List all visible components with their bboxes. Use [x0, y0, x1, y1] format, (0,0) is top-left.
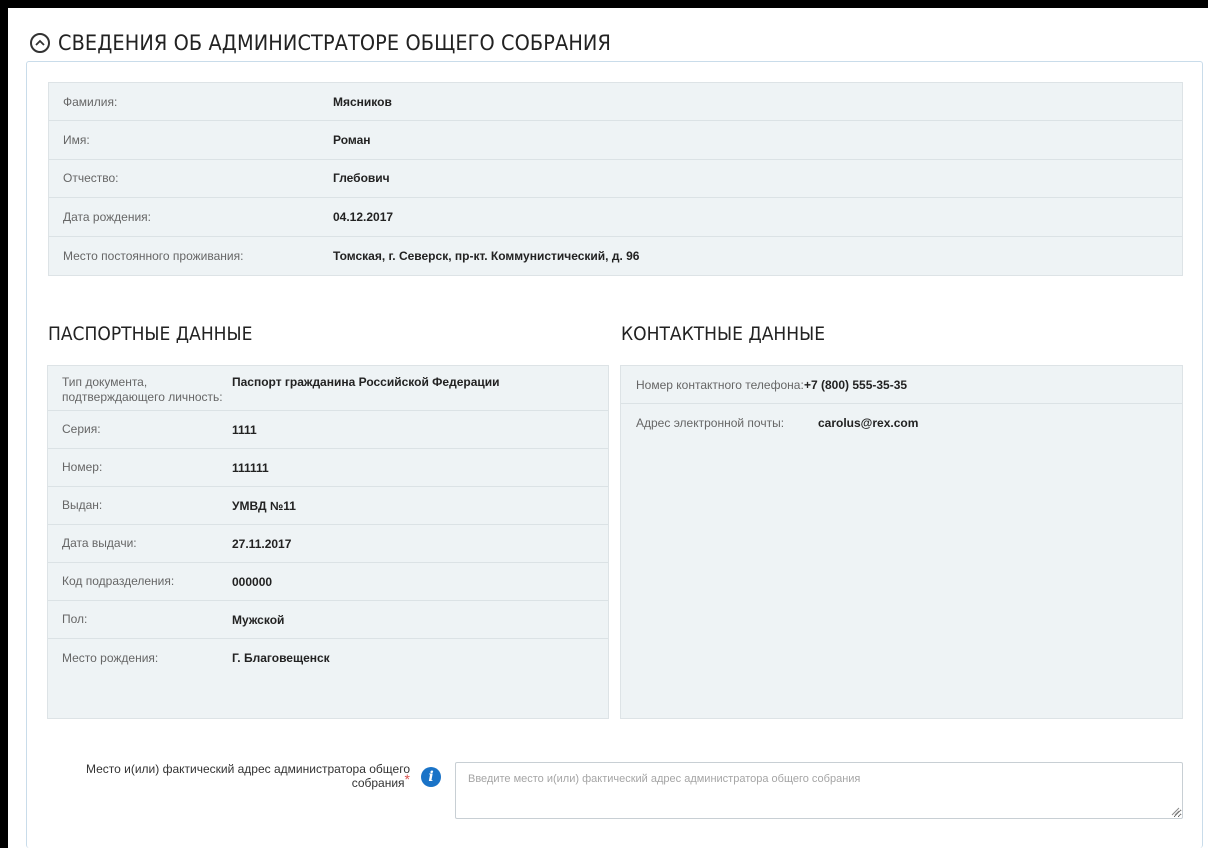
address-field-label: Место и(или) фактический адрес администр…: [60, 762, 410, 790]
info-row-patronymic: Отчество: Глебович: [49, 160, 1182, 199]
passport-label: Код подразделения:: [62, 574, 175, 588]
passport-value: 000000: [232, 574, 273, 589]
passport-label: Номер:: [62, 460, 103, 474]
passport-table: Тип документа, подтверждающего личность:…: [47, 365, 609, 719]
passport-value: Паспорт гражданина Российской Федерации: [232, 375, 500, 389]
info-label: Имя:: [63, 133, 90, 148]
contacts-heading: КОНТАКТНЫЕ ДАННЫЕ: [621, 323, 826, 345]
info-row-name: Имя: Роман: [49, 121, 1182, 160]
info-row-surname: Фамилия: Мясников: [49, 83, 1182, 122]
resize-grip-icon[interactable]: [1170, 806, 1180, 816]
section-header: СВЕДЕНИЯ ОБ АДМИНИСТРАТОРЕ ОБЩЕГО СОБРАН…: [30, 28, 659, 58]
contact-label: Адрес электронной почты:: [636, 416, 785, 430]
window-frame-top: [0, 0, 1208, 8]
passport-label: Выдан:: [62, 498, 103, 512]
passport-row-series: Серия: 1111: [48, 411, 608, 449]
info-value: Глебович: [333, 171, 390, 186]
info-value: Мясников: [333, 94, 392, 109]
passport-label: Пол:: [62, 612, 88, 626]
address-input[interactable]: [455, 762, 1183, 819]
passport-heading: ПАСПОРТНЫЕ ДАННЫЕ: [48, 323, 253, 345]
section-title: СВЕДЕНИЯ ОБ АДМИНИСТРАТОРЕ ОБЩЕГО СОБРАН…: [58, 31, 612, 55]
passport-row-issue-date: Дата выдачи: 27.11.2017: [48, 525, 608, 563]
contacts-table: Номер контактного телефона: +7 (800) 555…: [620, 365, 1183, 719]
chevron-up-circle-icon[interactable]: [30, 33, 50, 53]
info-label: Дата рождения:: [63, 209, 151, 224]
info-value: Томская, г. Северск, пр-кт. Коммунистиче…: [333, 248, 640, 263]
required-mark: *: [404, 771, 410, 787]
info-label: Место постоянного проживания:: [63, 248, 244, 263]
info-row-birth-date: Дата рождения: 04.12.2017: [49, 198, 1182, 237]
passport-row-birth-place: Место рождения: Г. Благовещенск: [48, 639, 608, 677]
passport-value: 27.11.2017: [232, 536, 292, 551]
contact-label: Номер контактного телефона:: [636, 377, 804, 392]
passport-value: 1111: [232, 422, 257, 437]
passport-label: Серия:: [62, 422, 101, 436]
passport-label: Место рождения:: [62, 650, 159, 665]
contact-value: +7 (800) 555-35-35: [804, 377, 908, 392]
contact-value: carolus@rex.com: [818, 416, 919, 430]
passport-row-issued-by: Выдан: УМВД №11: [48, 487, 608, 525]
passport-row-doc-type: Тип документа, подтверждающего личность:…: [48, 366, 608, 411]
passport-value: 111111: [232, 460, 269, 475]
contact-row-email: Адрес электронной почты: carolus@rex.com: [621, 404, 1182, 442]
info-icon[interactable]: i: [421, 767, 441, 787]
info-label: Отчество:: [63, 171, 119, 186]
address-label-text: Место и(или) фактический адрес администр…: [85, 762, 410, 790]
passport-value: Г. Благовещенск: [232, 651, 330, 665]
contact-row-phone: Номер контактного телефона: +7 (800) 555…: [621, 366, 1182, 404]
passport-label: Тип документа, подтверждающего личность:: [62, 375, 223, 404]
info-value: 04.12.2017: [333, 209, 394, 224]
passport-value: Мужской: [232, 612, 285, 627]
passport-row-division-code: Код подразделения: 000000: [48, 563, 608, 601]
passport-value: УМВД №11: [232, 498, 296, 513]
passport-row-gender: Пол: Мужской: [48, 601, 608, 639]
passport-row-number: Номер: 111111: [48, 449, 608, 487]
info-value: Роман: [333, 133, 371, 148]
info-label: Фамилия:: [63, 94, 118, 109]
window-frame-left: [0, 0, 8, 848]
info-row-residence: Место постоянного проживания: Томская, г…: [49, 237, 1182, 275]
passport-label: Дата выдачи:: [62, 536, 137, 550]
personal-info-table: Фамилия: Мясников Имя: Роман Отчество: Г…: [48, 82, 1183, 276]
